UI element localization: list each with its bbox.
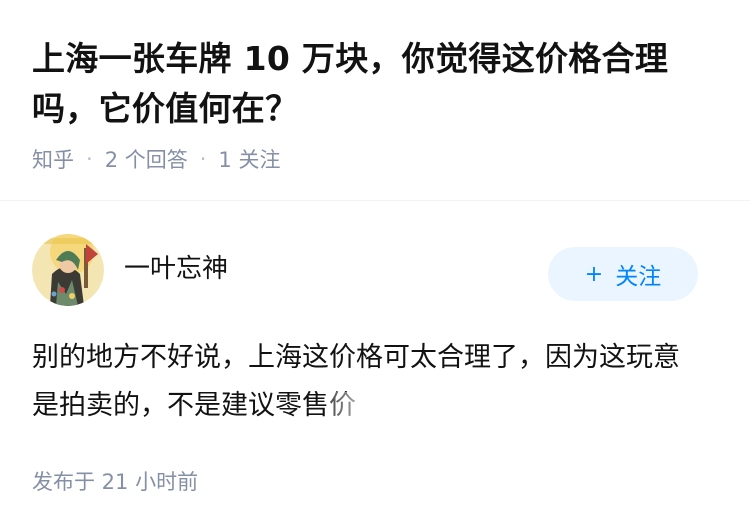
plus-icon: +: [584, 261, 604, 287]
meta-separator: ·: [199, 147, 207, 171]
answer-card: 一叶忘神 + 关注 别的地方不好说，上海这价格可太合理了，因为这玩意是拍卖的，不…: [32, 232, 698, 430]
question-section: 上海一张车牌 10 万块，你觉得这价格合理吗，它价值何在？ 知乎 · 2 个回答…: [0, 0, 750, 176]
avatar[interactable]: [32, 234, 104, 306]
author-row: 一叶忘神 + 关注: [32, 232, 698, 308]
text-fade: [326, 391, 386, 422]
author-name[interactable]: 一叶忘神: [124, 248, 228, 285]
follow-button-label: 关注: [615, 264, 662, 290]
answer-content[interactable]: 别的地方不好说，上海这价格可太合理了，因为这玩意是拍卖的，不是建议零售价: [32, 334, 698, 430]
follow-button[interactable]: + 关注: [548, 247, 698, 301]
source-label[interactable]: 知乎: [32, 144, 74, 174]
section-divider: [0, 200, 750, 201]
publish-time: 发布于 21 小时前: [32, 470, 199, 494]
question-title[interactable]: 上海一张车牌 10 万块，你觉得这价格合理吗，它价值何在？: [32, 34, 718, 134]
question-meta: 知乎 · 2 个回答 · 1 关注: [32, 142, 718, 176]
follower-count[interactable]: 1 关注: [218, 144, 280, 174]
answer-count[interactable]: 2 个回答: [105, 144, 188, 174]
meta-separator: ·: [86, 147, 93, 171]
